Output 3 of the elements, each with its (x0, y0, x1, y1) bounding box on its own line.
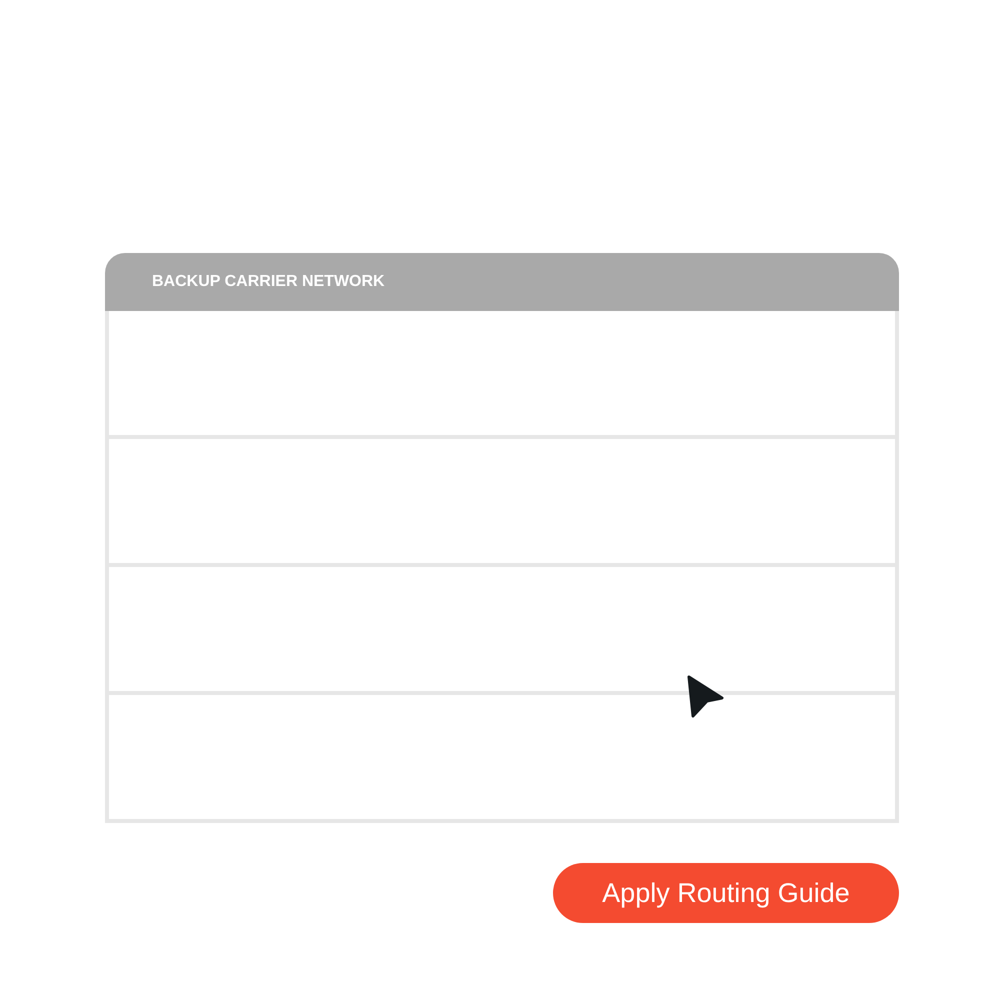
pointer-icon (687, 674, 724, 718)
apply-button[interactable]: Apply Routing Guide (553, 863, 899, 923)
panel-title: BACKUP CARRIER NETWORK (152, 273, 385, 291)
